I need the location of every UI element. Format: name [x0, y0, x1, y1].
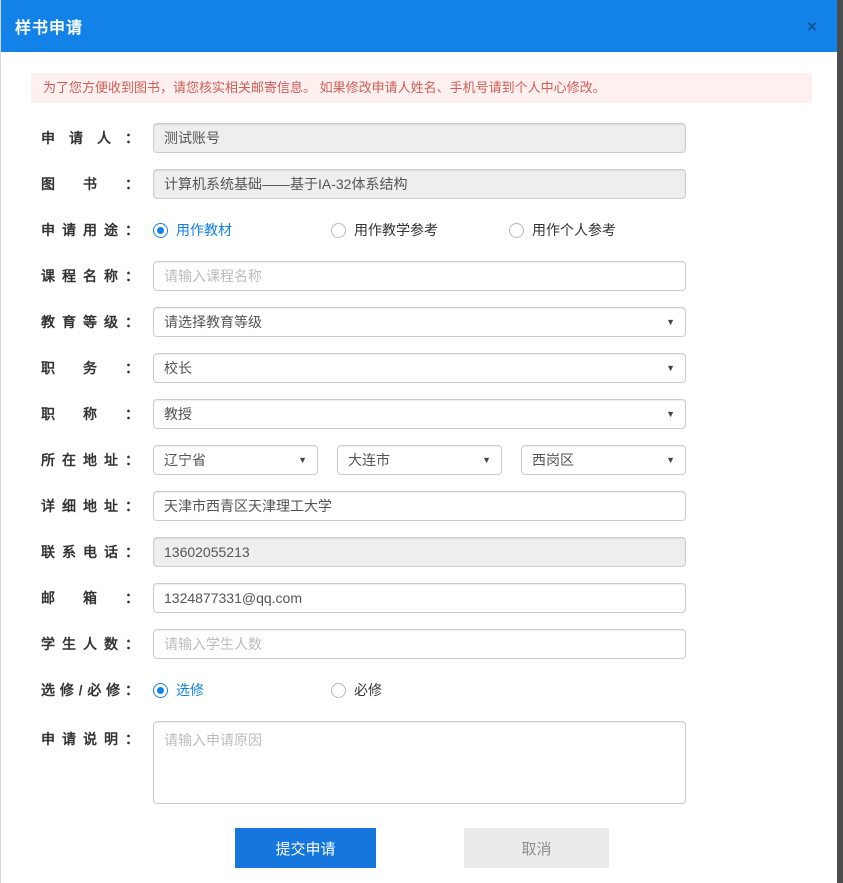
radio-icon [153, 683, 168, 698]
radio-use-as-teaching-reference[interactable]: 用作教学参考 [331, 220, 509, 240]
chevron-down-icon: ▼ [666, 455, 675, 465]
radio-use-as-personal-reference[interactable]: 用作个人参考 [509, 220, 616, 240]
elective-radio-group: 选修 必修 [153, 680, 382, 700]
field-row-position: 职务： 校长 ▼ [41, 353, 843, 383]
field-row-student-count: 学生人数： [41, 629, 843, 659]
chevron-down-icon: ▼ [298, 455, 307, 465]
job-title-select[interactable]: 教授 ▼ [153, 399, 686, 429]
phone-label: 联系电话： [41, 542, 139, 562]
radio-use-as-textbook[interactable]: 用作教材 [153, 220, 331, 240]
field-row-elective: 选修/必修： 选修 必修 [41, 675, 843, 705]
phone-input [153, 537, 686, 567]
education-level-value: 请选择教育等级 [164, 312, 262, 332]
chevron-down-icon: ▼ [666, 409, 675, 419]
elective-label: 选修/必修： [41, 680, 139, 700]
job-title-value: 教授 [164, 404, 192, 424]
field-row-detail-address: 详细地址： [41, 491, 843, 521]
cancel-button[interactable]: 取消 [464, 828, 609, 868]
radio-icon [331, 223, 346, 238]
detail-address-label: 详细地址： [41, 496, 139, 516]
education-level-label: 教育等级： [41, 312, 139, 332]
mailing-info-notice: 为了您方便收到图书，请您核实相关邮寄信息。 如果修改申请人姓名、手机号请到个人中… [31, 73, 812, 103]
district-select[interactable]: 西岗区 ▼ [521, 445, 686, 475]
email-input[interactable] [153, 583, 686, 613]
email-label: 邮箱： [41, 588, 139, 608]
book-input [153, 169, 686, 199]
radio-icon [509, 223, 524, 238]
applicant-label: 申请人： [41, 128, 139, 148]
field-row-job-title: 职称： 教授 ▼ [41, 399, 843, 429]
radio-icon [153, 223, 168, 238]
city-value: 大连市 [348, 450, 390, 470]
chevron-down-icon: ▼ [666, 317, 675, 327]
radio-icon [331, 683, 346, 698]
purpose-label: 申请用途： [41, 220, 139, 240]
radio-label: 用作教学参考 [354, 220, 438, 240]
field-row-course-name: 课程名称： [41, 261, 843, 291]
education-level-select[interactable]: 请选择教育等级 ▼ [153, 307, 686, 337]
submit-application-button[interactable]: 提交申请 [235, 828, 376, 868]
radio-label: 选修 [176, 680, 204, 700]
modal-title: 样书申请 [15, 14, 83, 38]
student-count-label: 学生人数： [41, 634, 139, 654]
position-value: 校长 [164, 358, 192, 378]
field-row-phone: 联系电话： [41, 537, 843, 567]
province-value: 辽宁省 [164, 450, 206, 470]
modal-header: 样书申请 × [1, 0, 843, 52]
sample-book-request-modal: 样书申请 × 为了您方便收到图书，请您核实相关邮寄信息。 如果修改申请人姓名、手… [1, 0, 843, 868]
student-count-input[interactable] [153, 629, 686, 659]
position-label: 职务： [41, 358, 139, 378]
field-row-reason: 申请说明： [41, 721, 843, 804]
position-select[interactable]: 校长 ▼ [153, 353, 686, 383]
close-icon[interactable]: × [807, 18, 817, 35]
region-label: 所在地址： [41, 450, 139, 470]
reason-textarea[interactable] [153, 721, 686, 804]
district-value: 西岗区 [532, 450, 574, 470]
field-row-education-level: 教育等级： 请选择教育等级 ▼ [41, 307, 843, 337]
modal-footer: 提交申请 取消 [1, 828, 843, 868]
radio-label: 用作个人参考 [532, 220, 616, 240]
course-name-label: 课程名称： [41, 266, 139, 286]
city-select[interactable]: 大连市 ▼ [337, 445, 502, 475]
field-row-book: 图书： [41, 169, 843, 199]
applicant-input [153, 123, 686, 153]
field-row-email: 邮箱： [41, 583, 843, 613]
detail-address-input[interactable] [153, 491, 686, 521]
field-row-purpose: 申请用途： 用作教材 用作教学参考 用作个人参考 [41, 215, 843, 245]
field-row-applicant: 申请人： [41, 123, 843, 153]
chevron-down-icon: ▼ [666, 363, 675, 373]
reason-label: 申请说明： [41, 721, 139, 749]
job-title-label: 职称： [41, 404, 139, 424]
radio-elective[interactable]: 选修 [153, 680, 331, 700]
radio-label: 必修 [354, 680, 382, 700]
request-form: 申请人： 图书： 申请用途： 用作教材 用作教学参考 用作个人参考 [1, 103, 843, 804]
radio-label: 用作教材 [176, 220, 232, 240]
page-edge-scroll-area [837, 0, 843, 883]
purpose-radio-group: 用作教材 用作教学参考 用作个人参考 [153, 220, 616, 240]
field-row-region: 所在地址： 辽宁省 ▼ 大连市 ▼ 西岗区 ▼ [41, 445, 843, 475]
book-label: 图书： [41, 174, 139, 194]
chevron-down-icon: ▼ [482, 455, 491, 465]
province-select[interactable]: 辽宁省 ▼ [153, 445, 318, 475]
course-name-input[interactable] [153, 261, 686, 291]
radio-required[interactable]: 必修 [331, 680, 382, 700]
